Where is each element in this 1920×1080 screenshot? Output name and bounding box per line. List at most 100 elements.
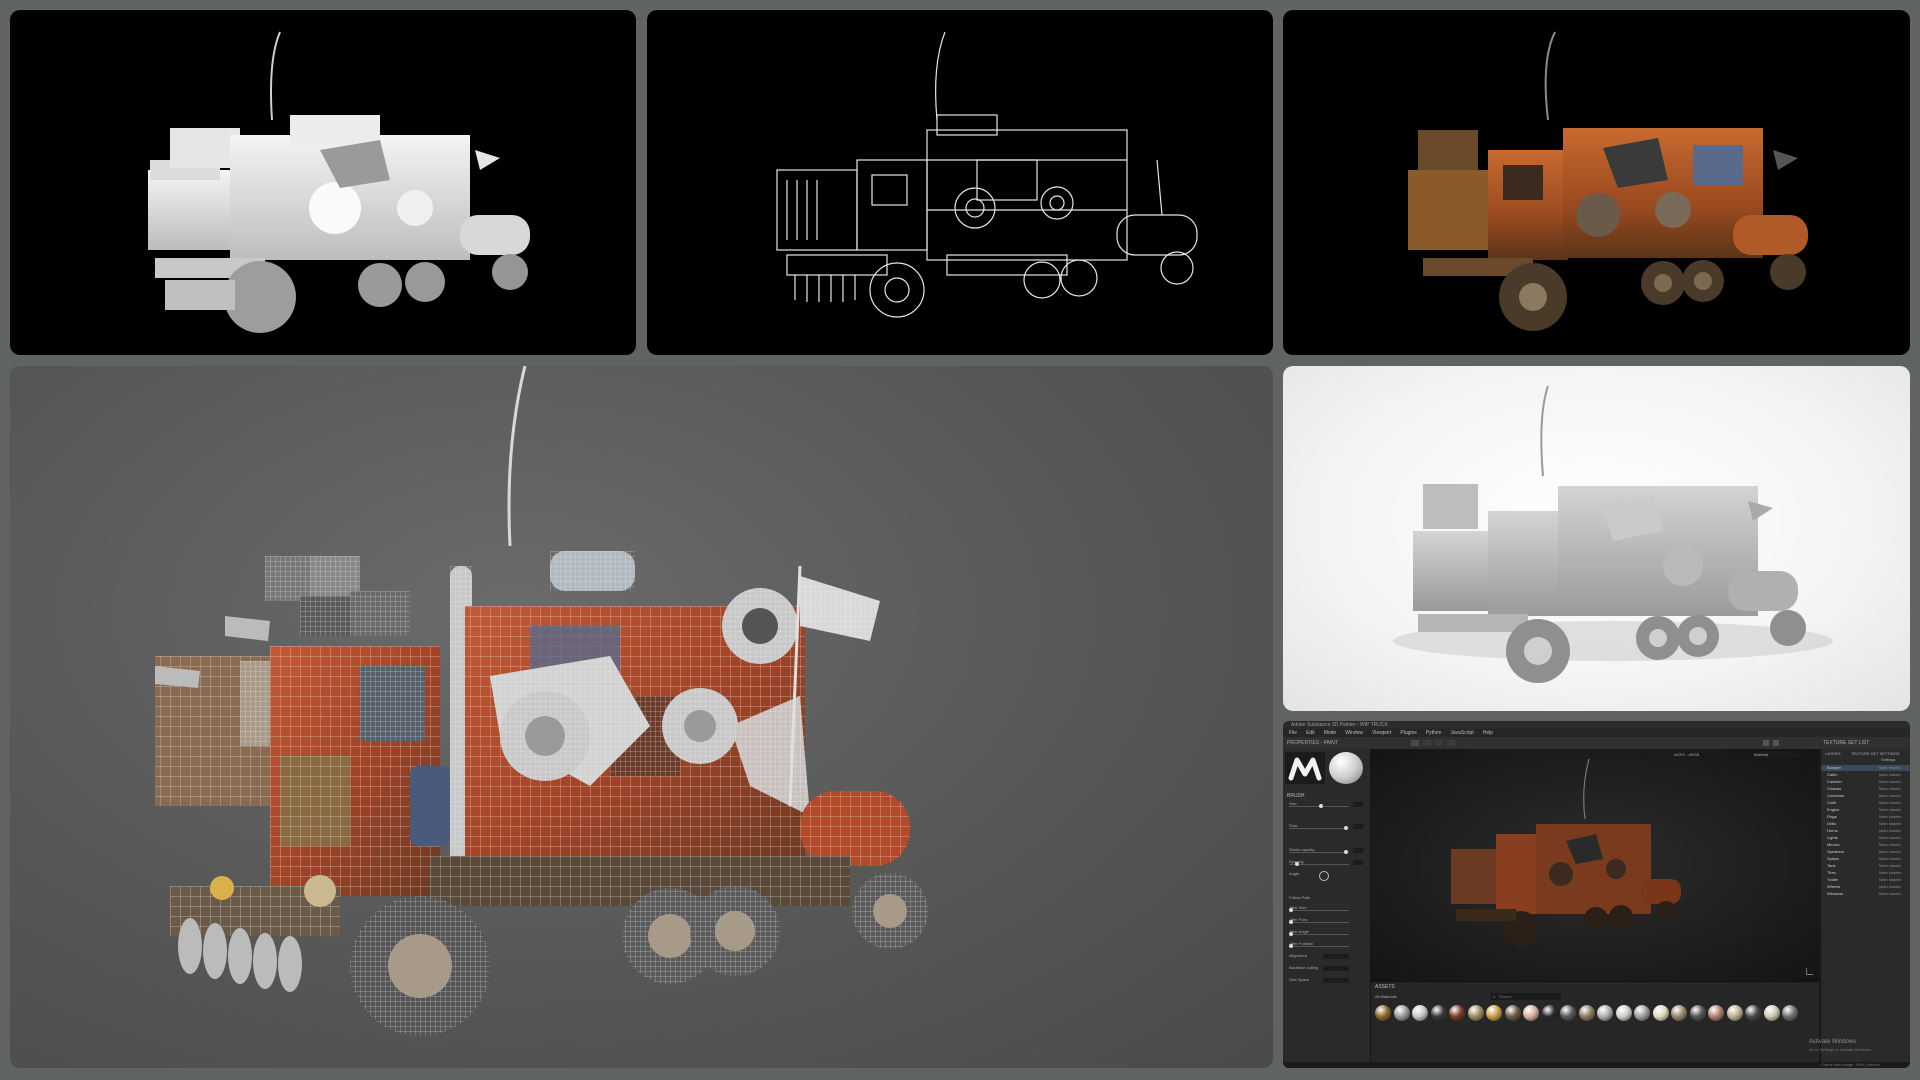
tab-texture-set-settings[interactable]: TEXTURE SET SETTINGS — [1851, 751, 1900, 756]
camera-icon[interactable] — [1763, 740, 1769, 746]
material-swatch[interactable] — [1745, 1005, 1761, 1021]
material-swatch[interactable] — [1597, 1005, 1613, 1021]
jitter-size-slider[interactable]: Jitter Size — [1289, 905, 1364, 913]
texture-set-row[interactable]: Horns Main shader — [1821, 828, 1910, 834]
assets-filter[interactable]: All Materials — [1375, 994, 1397, 999]
material-swatch[interactable] — [1393, 1005, 1410, 1021]
texture-set-row[interactable]: Wheels Main shader — [1821, 884, 1910, 890]
texture-set-row[interactable]: Container Main shader — [1821, 793, 1910, 799]
menu-mode[interactable]: Mode — [1324, 729, 1337, 737]
texture-set-row[interactable]: Tires Main shader — [1821, 870, 1910, 876]
texture-set-row[interactable]: Engine Main shader — [1821, 807, 1910, 813]
texture-set-shader: Main shader — [1879, 849, 1902, 854]
material-swatch[interactable] — [1689, 1005, 1706, 1021]
texture-set-shader: Main shader — [1879, 870, 1902, 875]
clay-render-panel — [1283, 366, 1910, 711]
material-swatch[interactable] — [1615, 1005, 1632, 1021]
size-slider[interactable]: Size — [1289, 801, 1364, 809]
clay-truck-render — [1393, 385, 1833, 683]
tab-layers[interactable]: LAYERS — [1825, 751, 1841, 756]
material-swatch[interactable] — [1467, 1005, 1484, 1021]
3d-viewport[interactable]: ACES - sRGB Material — [1371, 749, 1819, 981]
assets-search-input[interactable]: Search — [1491, 993, 1561, 1000]
follow-path-toggle[interactable]: Follow Path — [1289, 895, 1364, 903]
texture-set-panel: LAYERS TEXTURE SET SETTINGS Settings Bum… — [1820, 749, 1910, 1068]
render-icon[interactable] — [1773, 740, 1779, 746]
texture-set-row[interactable]: Grills Main shader — [1821, 821, 1910, 827]
menu-python[interactable]: Python — [1426, 729, 1442, 737]
wireframe-textured-truck-render — [155, 366, 928, 1036]
texture-set-row[interactable]: Canister Main shader — [1821, 779, 1910, 785]
menu-help[interactable]: Help — [1483, 729, 1493, 737]
material-swatch[interactable] — [1523, 1005, 1539, 1021]
menu-file[interactable]: File — [1289, 729, 1297, 737]
texture-set-row[interactable]: Cloth Main shader — [1821, 800, 1910, 806]
ao-truck-render — [148, 31, 530, 333]
menu-plugins[interactable]: Plugins — [1400, 729, 1416, 737]
material-swatch[interactable] — [1412, 1005, 1428, 1021]
material-swatch[interactable] — [1578, 1005, 1595, 1021]
stroke-opacity-slider[interactable]: Stroke opacity — [1289, 847, 1364, 855]
texture-set-row[interactable]: Cabin Main shader — [1821, 772, 1910, 778]
texture-set-row[interactable]: Trailer Main shader — [1821, 877, 1910, 883]
texture-set-shader: Main shader — [1879, 891, 1902, 896]
material-swatch[interactable] — [1763, 1005, 1780, 1021]
menu-window[interactable]: Window — [1345, 729, 1363, 737]
angle-dial[interactable]: Angle — [1289, 871, 1364, 881]
menu-javascript[interactable]: JavaScript — [1450, 729, 1473, 737]
texture-set-row[interactable]: Mirrors Main shader — [1821, 842, 1910, 848]
eraser-tool-icon[interactable] — [1423, 740, 1431, 746]
texture-set-shader: Main shader — [1879, 828, 1902, 833]
material-swatch[interactable] — [1560, 1005, 1576, 1021]
spacing-slider[interactable]: Spacing — [1289, 859, 1364, 867]
material-swatch[interactable] — [1541, 1005, 1558, 1021]
texture-set-name: Cabin — [1827, 772, 1838, 777]
status-bar: Cache disk usage: 18% | Version — [1283, 1062, 1910, 1068]
texture-set-row[interactable]: Speakers Main shader — [1821, 849, 1910, 855]
texture-set-name: Mirrors — [1827, 842, 1840, 847]
material-swatch[interactable] — [1708, 1005, 1724, 1021]
texture-set-row[interactable]: Lights Main shader — [1821, 835, 1910, 841]
size-space-dropdown[interactable]: Size Space — [1289, 977, 1364, 985]
settings-label[interactable]: Settings — [1881, 757, 1895, 762]
material-preview-sphere[interactable] — [1329, 752, 1363, 784]
texture-set-name: Lights — [1827, 835, 1838, 840]
jitter-position-slider[interactable]: Jitter Position — [1289, 941, 1364, 949]
jitter-flow-slider[interactable]: Jitter Flow — [1289, 917, 1364, 925]
menu-edit[interactable]: Edit — [1306, 729, 1315, 737]
menu-viewport[interactable]: Viewport — [1372, 729, 1391, 737]
backface-culling-dropdown[interactable]: Backface culling — [1289, 965, 1364, 973]
paint-tool-icon[interactable] — [1411, 740, 1419, 746]
tab-texture-set-list[interactable]: TEXTURE SET LIST — [1823, 737, 1869, 749]
texture-set-row[interactable]: Flags Main shader — [1821, 814, 1910, 820]
assets-title: ASSETS — [1375, 984, 1395, 990]
texture-set-row[interactable]: Windows Main shader — [1821, 891, 1910, 897]
alignment-dropdown[interactable]: Alignment — [1289, 953, 1364, 961]
material-swatch[interactable] — [1782, 1005, 1798, 1021]
material-swatch[interactable] — [1634, 1005, 1650, 1021]
activation-subtitle: Go to Settings to activate Windows. — [1808, 1047, 1872, 1052]
texture-set-name: Engine — [1827, 807, 1840, 812]
texture-set-row[interactable]: Spikes Main shader — [1821, 856, 1910, 862]
material-swatch[interactable] — [1726, 1005, 1743, 1021]
material-swatch[interactable] — [1486, 1005, 1502, 1021]
texture-set-shader: Main shader — [1879, 884, 1902, 889]
projection-tool-icon[interactable] — [1435, 740, 1443, 746]
material-swatch[interactable] — [1671, 1005, 1687, 1021]
material-swatch[interactable] — [1430, 1005, 1447, 1021]
jitter-angle-slider[interactable]: Jitter Angle — [1289, 929, 1364, 937]
brush-alpha-preview[interactable] — [1285, 752, 1325, 784]
texture-set-shader: Main shader — [1879, 821, 1902, 826]
material-swatch[interactable] — [1375, 1005, 1391, 1021]
smudge-tool-icon[interactable] — [1447, 740, 1455, 746]
material-swatch[interactable] — [1504, 1005, 1521, 1021]
texture-set-row[interactable]: Bumper Main shader — [1821, 765, 1910, 771]
texture-set-name: Wheels — [1827, 884, 1841, 889]
axis-gizmo-icon — [1806, 968, 1813, 975]
texture-set-shader: Main shader — [1879, 877, 1902, 882]
material-swatch[interactable] — [1652, 1005, 1669, 1021]
material-swatch[interactable] — [1449, 1005, 1465, 1021]
texture-set-row[interactable]: Tank Main shader — [1821, 863, 1910, 869]
flow-slider[interactable]: Flow — [1289, 823, 1364, 831]
texture-set-row[interactable]: Chassis Main shader — [1821, 786, 1910, 792]
